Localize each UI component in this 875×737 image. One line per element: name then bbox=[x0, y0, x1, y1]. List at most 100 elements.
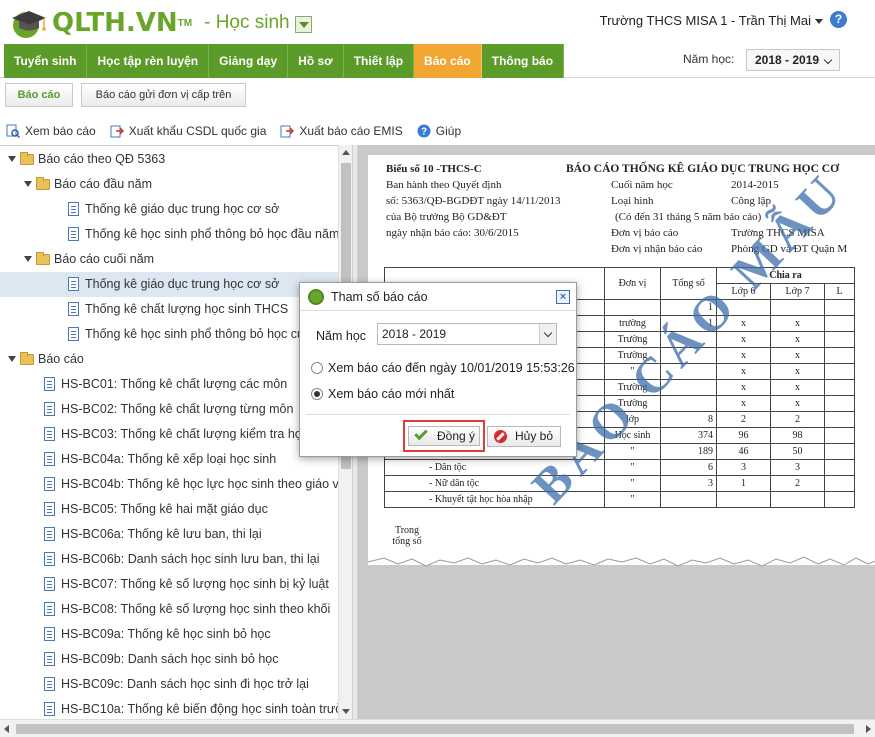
school-year-select[interactable]: 2018 - 2019 bbox=[746, 49, 840, 71]
ok-button-highlight: Đồng ý bbox=[403, 420, 485, 452]
document-icon bbox=[68, 202, 79, 216]
user-menu[interactable]: Trường THCS MISA 1 - Trần Thị Mai bbox=[600, 13, 823, 28]
folder-icon bbox=[20, 352, 34, 365]
tree-item-label: Thống kê giáo dục trung học cơ sở bbox=[85, 277, 280, 291]
document-icon bbox=[44, 377, 55, 391]
check-icon bbox=[414, 426, 428, 441]
radio-unchecked[interactable] bbox=[311, 362, 323, 374]
tree-item[interactable]: HS-BC06b: Danh sách học sinh lưu ban, th… bbox=[0, 547, 338, 572]
subtab-reports[interactable]: Báo cáo bbox=[5, 83, 73, 107]
paper-torn-edge bbox=[368, 550, 875, 567]
radio-latest-report[interactable]: Xem báo cáo mới nhất bbox=[311, 387, 454, 401]
scroll-up-icon[interactable] bbox=[342, 150, 350, 155]
export-national-db-button[interactable]: Xuất khẩu CSDL quốc gia bbox=[110, 124, 266, 138]
cancel-button[interactable]: Hủy bỏ bbox=[487, 426, 561, 447]
tree-item[interactable]: Thống kê giáo dục trung học cơ sở bbox=[0, 272, 338, 297]
tree-item[interactable]: HS-BC09c: Danh sách học sinh đi học trở … bbox=[0, 672, 338, 697]
tree-item-label: Thống kê chất lượng học sinh THCS bbox=[85, 302, 289, 316]
role-dropdown-button[interactable] bbox=[294, 15, 312, 33]
document-icon bbox=[44, 427, 55, 441]
horizontal-scrollbar[interactable] bbox=[0, 719, 875, 737]
logo-text: QLTH.VN bbox=[52, 8, 178, 38]
dialog-year-select[interactable]: 2018 - 2019 bbox=[377, 323, 557, 345]
tree-item[interactable]: HS-BC07: Thống kê số lượng học sinh bị k… bbox=[0, 572, 338, 597]
col-unit: Đơn vị bbox=[604, 267, 661, 300]
radio-checked[interactable] bbox=[311, 388, 323, 400]
app-logo[interactable]: QLTH.VN TM - Học sinh bbox=[8, 6, 312, 40]
dialog-divider bbox=[306, 414, 570, 415]
tree-item-label: HS-BC09b: Danh sách học sinh bỏ học bbox=[61, 652, 279, 666]
tree-item[interactable]: HS-BC06a: Thống kê lưu ban, thi lại bbox=[0, 522, 338, 547]
nav-tab-0[interactable]: Tuyển sinh bbox=[4, 44, 88, 78]
tree-folder[interactable]: Báo cáo bbox=[0, 347, 338, 372]
tree-item[interactable]: Thống kê giáo dục trung học cơ sở bbox=[0, 197, 338, 222]
expand-arrow-icon[interactable] bbox=[8, 356, 16, 362]
radio-report-until-date[interactable]: Xem báo cáo đến ngày 10/01/2019 15:53:26 bbox=[311, 361, 575, 375]
tree-item-label: HS-BC01: Thống kê chất lượng các môn bbox=[61, 377, 288, 391]
dialog-title-bar: Tham số báo cáo × bbox=[300, 283, 576, 311]
tree-item[interactable]: HS-BC03: Thống kê chất lượng kiểm tra họ… bbox=[0, 422, 338, 447]
tree-folder[interactable]: Báo cáo theo QĐ 5363 bbox=[0, 147, 338, 172]
tree-item[interactable]: Thống kê học sinh phổ thông bỏ học đầu n… bbox=[0, 222, 339, 247]
scroll-right-icon[interactable] bbox=[866, 725, 871, 733]
tree-folder[interactable]: Báo cáo cuối năm bbox=[0, 247, 338, 272]
issuer-line: của Bộ trưởng Bộ GD&ĐT bbox=[386, 211, 507, 223]
dialog-year-label: Năm học bbox=[316, 329, 367, 343]
form-number: Biểu số 10 -THCS-C bbox=[386, 163, 482, 175]
tree-folder[interactable]: Báo cáo đầu năm bbox=[0, 172, 338, 197]
expand-arrow-icon[interactable] bbox=[24, 181, 32, 187]
tree-item[interactable]: Thống kê học sinh phổ thông bỏ học cuối … bbox=[0, 322, 338, 347]
tree-item[interactable]: HS-BC09a: Thống kê học sinh bỏ học bbox=[0, 622, 338, 647]
document-icon bbox=[44, 652, 55, 666]
nav-tab-2[interactable]: Giảng dạy bbox=[209, 44, 289, 78]
tree-item-label: HS-BC02: Thống kê chất lượng từng môn bbox=[61, 402, 294, 416]
tree-item[interactable]: HS-BC04a: Thống kê xếp loại học sinh bbox=[0, 447, 338, 472]
nav-tab-6[interactable]: Thông báo bbox=[481, 44, 565, 78]
scroll-left-icon[interactable] bbox=[4, 725, 9, 733]
help-icon[interactable]: ? bbox=[830, 11, 847, 28]
tree-item[interactable]: Thống kê chất lượng học sinh THCS bbox=[0, 297, 338, 322]
help-button[interactable]: ? Giúp bbox=[417, 124, 461, 138]
receiving-unit-label: Đơn vị nhận báo cáo bbox=[611, 243, 703, 255]
role-label: - Học sinh bbox=[204, 12, 290, 33]
graduation-cap-icon bbox=[8, 6, 50, 40]
nav-tab-1[interactable]: Học tập rèn luyện bbox=[87, 44, 210, 78]
tree-item[interactable]: HS-BC09b: Danh sách học sinh bỏ học bbox=[0, 647, 338, 672]
scroll-down-icon[interactable] bbox=[342, 709, 350, 714]
tree-item-label: HS-BC04b: Thống kê học lực học sinh theo… bbox=[61, 477, 352, 491]
nav-tab-5[interactable]: Báo cáo bbox=[414, 44, 482, 78]
tree-item[interactable]: HS-BC10a: Thống kê biến động học sinh to… bbox=[0, 697, 352, 719]
export-emis-icon bbox=[280, 124, 295, 138]
tree-item[interactable]: HS-BC04b: Thống kê học lực học sinh theo… bbox=[0, 472, 352, 497]
export-emis-button[interactable]: Xuất báo cáo EMIS bbox=[280, 124, 403, 138]
report-toolbar: Xem báo cáo Xuất khẩu CSDL quốc gia Xuất… bbox=[0, 118, 875, 143]
reporting-unit-label: Đơn vị báo cáo bbox=[611, 227, 679, 239]
tree-item[interactable]: HS-BC08: Thống kê số lượng học sinh theo… bbox=[0, 597, 338, 622]
document-icon bbox=[44, 502, 55, 516]
report-table-row: - Khuyết tật học hòa nhập " bbox=[384, 491, 855, 508]
nav-tabs: Tuyển sinh Học tập rèn luyện Giảng dạy Hồ s… bbox=[4, 44, 565, 78]
h-scrollbar-thumb[interactable] bbox=[16, 724, 854, 734]
nav-tab-3[interactable]: Hồ sơ bbox=[288, 44, 344, 78]
document-icon bbox=[68, 277, 79, 291]
ok-button[interactable]: Đồng ý bbox=[408, 426, 480, 446]
report-title: BÁO CÁO THỐNG KÊ GIÁO DỤC TRUNG HỌC CƠ bbox=[566, 163, 840, 175]
tree-item[interactable]: HS-BC05: Thống kê hai mặt giáo dục bbox=[0, 497, 338, 522]
in-total-label: Trong tổng số bbox=[392, 525, 422, 547]
tree-item[interactable]: HS-BC02: Thống kê chất lượng từng môn bbox=[0, 397, 338, 422]
tree-item[interactable]: HS-BC01: Thống kê chất lượng các môn bbox=[0, 372, 338, 397]
view-report-button[interactable]: Xem báo cáo bbox=[6, 124, 96, 138]
nav-tab-4[interactable]: Thiết lập bbox=[343, 44, 415, 78]
subtab-reports-to-superior[interactable]: Báo cáo gửi đơn vị cấp trên bbox=[81, 83, 246, 107]
view-report-icon bbox=[6, 124, 21, 138]
expand-arrow-icon[interactable] bbox=[24, 256, 32, 262]
expand-arrow-icon[interactable] bbox=[8, 156, 16, 162]
chevron-down-icon[interactable] bbox=[539, 324, 556, 344]
document-icon bbox=[68, 227, 79, 241]
document-icon bbox=[44, 477, 55, 491]
document-icon bbox=[44, 552, 55, 566]
report-table-row: - Dân tộc " 6 3 3 bbox=[384, 459, 855, 476]
type-value: Công lập bbox=[731, 195, 772, 207]
close-icon[interactable]: × bbox=[556, 290, 570, 304]
folder-icon bbox=[36, 252, 50, 265]
